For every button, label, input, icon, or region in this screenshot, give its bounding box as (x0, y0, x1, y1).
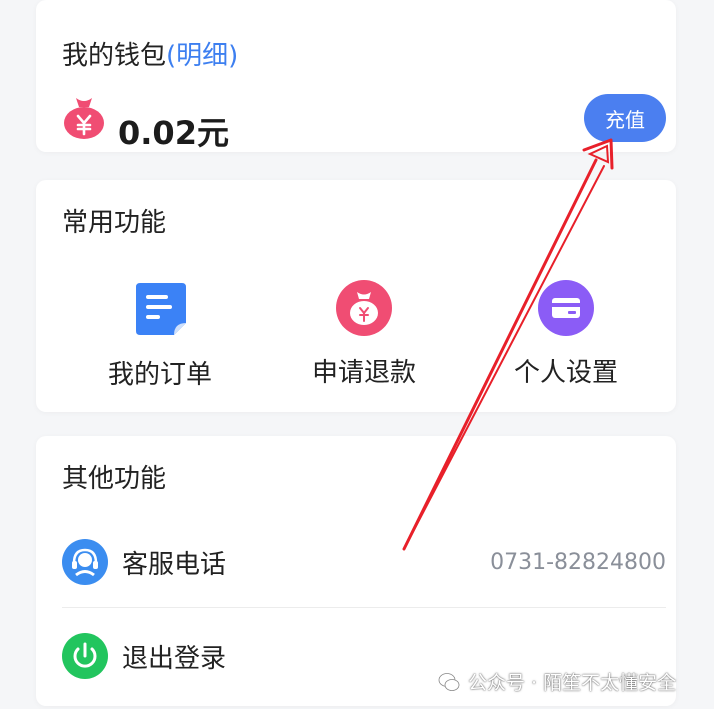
recharge-button[interactable]: 充值 (584, 94, 666, 142)
personal-settings-label: 个人设置 (514, 358, 619, 388)
logout-label: 退出登录 (122, 643, 227, 674)
customer-service-label: 客服电话 (122, 549, 227, 580)
personal-settings-button[interactable]: 个人设置 (514, 280, 618, 389)
other-functions-card: 其他功能 客服电话 0731-82824800 退出登录 (36, 436, 676, 706)
customer-service-phone[interactable]: 0731-82824800 (490, 550, 666, 575)
money-bag-icon (336, 280, 392, 336)
common-functions-title: 常用功能 (62, 208, 167, 238)
money-bag-icon (64, 98, 104, 139)
row-divider (62, 607, 666, 608)
watermark: 公众号 · 陌笙不太懂安全 (438, 668, 676, 695)
wallet-card: 我的钱包(明细) 0.02元 充值 (36, 0, 676, 152)
headset-icon (62, 539, 108, 585)
customer-service-row[interactable]: 客服电话 0731-82824800 (62, 520, 666, 604)
power-icon (62, 633, 108, 679)
card-icon (538, 280, 594, 336)
wallet-balance: 0.02元 (118, 114, 229, 152)
common-functions-card: 常用功能 我的订单 申请退款 个人设置 (36, 180, 676, 412)
document-icon (136, 283, 186, 335)
wallet-title-text: 我的钱包 (62, 41, 167, 71)
my-orders-button[interactable]: 我的订单 (108, 280, 212, 391)
wallet-title: 我的钱包(明细) (62, 35, 238, 72)
wechat-icon (438, 672, 460, 691)
wallet-detail-link[interactable]: (明细) (166, 41, 238, 71)
watermark-text: 公众号 · 陌笙不太懂安全 (468, 672, 677, 694)
refund-request-label: 申请退款 (312, 358, 417, 388)
my-orders-label: 我的订单 (108, 360, 213, 390)
refund-request-button[interactable]: 申请退款 (312, 280, 416, 389)
other-functions-title: 其他功能 (62, 464, 167, 494)
